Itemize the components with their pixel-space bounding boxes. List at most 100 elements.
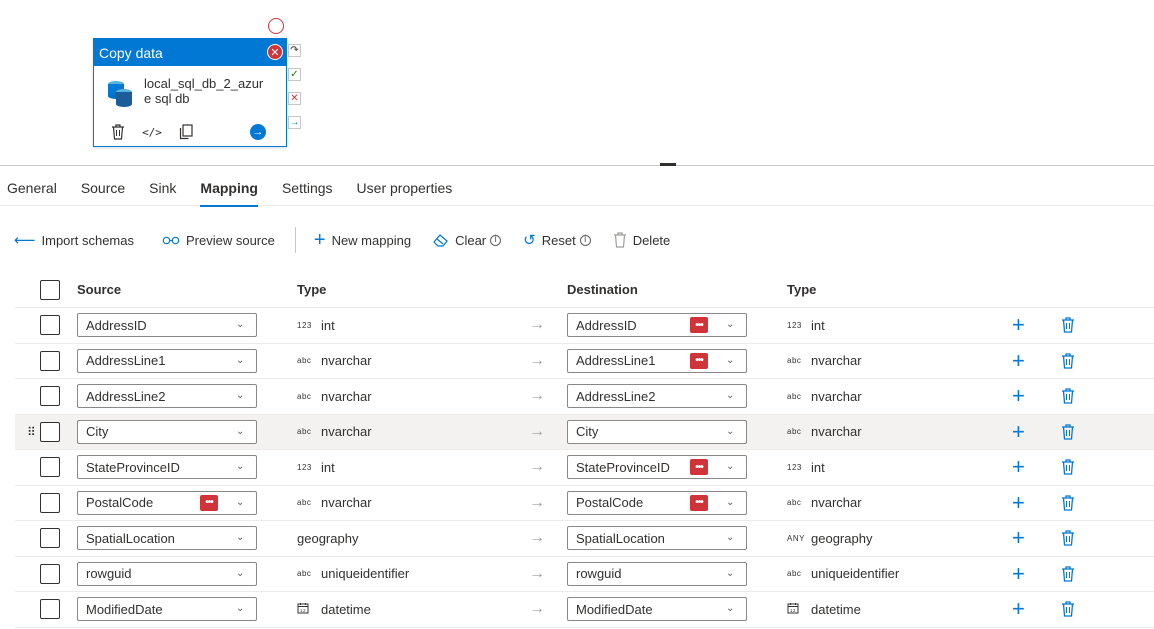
source-type-value: datetime (321, 601, 371, 617)
reset-info-icon[interactable]: i (579, 234, 591, 246)
tab-source[interactable]: Source (74, 172, 132, 206)
chevron-down-icon: ⌄ (236, 425, 245, 437)
skip-port-icon[interactable]: → (288, 116, 301, 129)
error-badge-icon[interactable]: ••• (690, 494, 708, 511)
tab-settings[interactable]: Settings (275, 172, 340, 206)
source-column-dropdown[interactable]: StateProvinceID ⌄ (77, 455, 257, 480)
dest-type-value: nvarchar (811, 388, 862, 404)
tab-user-properties[interactable]: User properties (350, 172, 460, 206)
panel-splitter[interactable] (0, 165, 1154, 166)
database-icon (108, 81, 132, 107)
tab-mapping[interactable]: Mapping (193, 172, 265, 207)
delete-mapping-icon[interactable] (1061, 424, 1075, 440)
row-checkbox[interactable] (40, 599, 60, 620)
error-badge-icon[interactable]: ••• (690, 317, 708, 334)
source-column-dropdown[interactable]: AddressLine1 ⌄ (77, 348, 257, 373)
destination-column-dropdown[interactable]: AddressID ••• ⌄ (567, 313, 747, 338)
source-column-dropdown[interactable]: City ⌄ (77, 419, 257, 444)
error-badge-icon[interactable]: ••• (690, 459, 708, 476)
row-checkbox[interactable] (40, 315, 60, 336)
source-column-dropdown[interactable]: SpatialLocation ⌄ (77, 526, 257, 551)
add-mapping-icon[interactable]: + (1012, 561, 1025, 587)
error-badge-icon[interactable]: ••• (690, 352, 708, 369)
select-all-checkbox[interactable] (40, 279, 60, 300)
destination-column-dropdown[interactable]: ModifiedDate ⌄ (567, 597, 747, 622)
clear-button[interactable]: Clear i (433, 224, 502, 256)
dest-type-value: int (811, 317, 825, 333)
destination-column-dropdown[interactable]: City ⌄ (567, 419, 747, 444)
tab-sink[interactable]: Sink (142, 172, 183, 206)
code-icon[interactable]: </> (142, 124, 162, 140)
success-port-icon[interactable]: ✓ (288, 68, 301, 81)
delete-mapping-icon[interactable] (1061, 530, 1075, 546)
add-mapping-icon[interactable]: + (1012, 312, 1025, 338)
preview-source-button[interactable]: Preview source (162, 224, 275, 256)
delete-mapping-icon[interactable] (1061, 317, 1075, 333)
clone-icon[interactable] (178, 124, 194, 140)
delete-mapping-icon[interactable] (1061, 388, 1075, 404)
mapping-row[interactable]: AddressLine2 ⌄ abc nvarchar → AddressLine2 ⌄ ab… (15, 379, 1154, 415)
source-column-value: StateProvinceID (86, 459, 180, 475)
grid-header: Source Type Destination Type (15, 272, 1154, 308)
source-column-dropdown[interactable]: PostalCode ••• ⌄ (77, 490, 257, 515)
import-schemas-button[interactable]: ⟵ Import schemas (14, 224, 134, 256)
delete-mapping-icon[interactable] (1061, 353, 1075, 369)
completion-port-icon[interactable]: ↷ (288, 44, 301, 57)
new-mapping-button[interactable]: + New mapping (314, 224, 411, 256)
add-mapping-icon[interactable]: + (1012, 490, 1025, 516)
row-checkbox[interactable] (40, 457, 60, 478)
source-column-dropdown[interactable]: rowguid ⌄ (77, 561, 257, 586)
mapping-row[interactable]: SpatialLocation ⌄ geography → SpatialLocatio… (15, 521, 1154, 557)
eraser-icon (433, 233, 449, 247)
mapping-row[interactable]: rowguid ⌄ abc uniqueidentifier → rowguid ⌄ abc u… (15, 557, 1154, 592)
delete-mapping-icon[interactable] (1061, 566, 1075, 582)
add-mapping-icon[interactable]: + (1012, 596, 1025, 622)
copy-data-activity[interactable]: Copy data ✕ local_sql_db_2_azure sql db … (93, 38, 287, 147)
drag-handle-icon[interactable]: ⠿ (27, 425, 36, 439)
add-mapping-icon[interactable]: + (1012, 383, 1025, 409)
destination-column-dropdown[interactable]: PostalCode ••• ⌄ (567, 490, 747, 515)
chevron-down-icon: ⌄ (236, 461, 245, 473)
delete-mapping-icon[interactable] (1061, 495, 1075, 511)
delete-mapping-icon[interactable] (1061, 601, 1075, 617)
add-mapping-icon[interactable]: + (1012, 454, 1025, 480)
failure-port-icon[interactable]: ✕ (288, 92, 301, 105)
row-checkbox[interactable] (40, 563, 60, 584)
row-checkbox[interactable] (40, 350, 60, 371)
mapping-row[interactable]: PostalCode ••• ⌄ abc nvarchar → PostalCode ••• ⌄… (15, 486, 1154, 521)
row-checkbox[interactable] (40, 492, 60, 513)
chevron-down-icon: ⌄ (726, 425, 735, 437)
delete-mapping-icon[interactable] (1061, 459, 1075, 475)
row-checkbox[interactable] (40, 528, 60, 549)
add-mapping-icon[interactable]: + (1012, 525, 1025, 551)
splitter-grip[interactable] (660, 163, 676, 166)
destination-column-dropdown[interactable]: AddressLine1 ••• ⌄ (567, 348, 747, 373)
row-checkbox[interactable] (40, 421, 60, 442)
go-to-activity-icon[interactable]: → (250, 124, 266, 140)
add-mapping-icon[interactable]: + (1012, 348, 1025, 374)
mapping-row[interactable]: ModifiedDate ⌄ 12 datetime → ModifiedDate ⌄ 12 d… (15, 592, 1154, 628)
activity-error-icon[interactable]: ✕ (267, 44, 283, 60)
activity-input-port[interactable] (268, 18, 284, 34)
destination-column-dropdown[interactable]: rowguid ⌄ (567, 561, 747, 586)
row-checkbox[interactable] (40, 386, 60, 407)
error-badge-icon[interactable]: ••• (200, 494, 218, 511)
mapping-row[interactable]: AddressID ⌄ 123 int → AddressID ••• ⌄ 123 int + (15, 308, 1154, 344)
add-mapping-icon[interactable]: + (1012, 419, 1025, 445)
source-column-dropdown[interactable]: AddressLine2 ⌄ (77, 384, 257, 409)
mapping-row[interactable]: StateProvinceID ⌄ 123 int → StateProvinceID ••… (15, 450, 1154, 486)
chevron-down-icon: ⌄ (726, 461, 735, 473)
tab-general[interactable]: General (0, 172, 64, 206)
pipeline-canvas[interactable]: Copy data ✕ local_sql_db_2_azure sql db … (0, 0, 1154, 165)
source-column-dropdown[interactable]: AddressID ⌄ (77, 313, 257, 338)
clear-info-icon[interactable]: i (490, 234, 502, 246)
trash-icon[interactable] (110, 124, 126, 140)
destination-column-dropdown[interactable]: StateProvinceID ••• ⌄ (567, 455, 747, 480)
mapping-row[interactable]: ⠿ City ⌄ abc nvarchar → City ⌄ abc nvarchar + (15, 414, 1154, 450)
delete-button[interactable]: Delete (613, 224, 670, 256)
reset-button[interactable]: ↺ Reset i (523, 224, 591, 256)
destination-column-dropdown[interactable]: SpatialLocation ⌄ (567, 526, 747, 551)
mapping-row[interactable]: AddressLine1 ⌄ abc nvarchar → AddressLine1 •••… (15, 344, 1154, 379)
destination-column-dropdown[interactable]: AddressLine2 ⌄ (567, 384, 747, 409)
source-column-dropdown[interactable]: ModifiedDate ⌄ (77, 597, 257, 622)
